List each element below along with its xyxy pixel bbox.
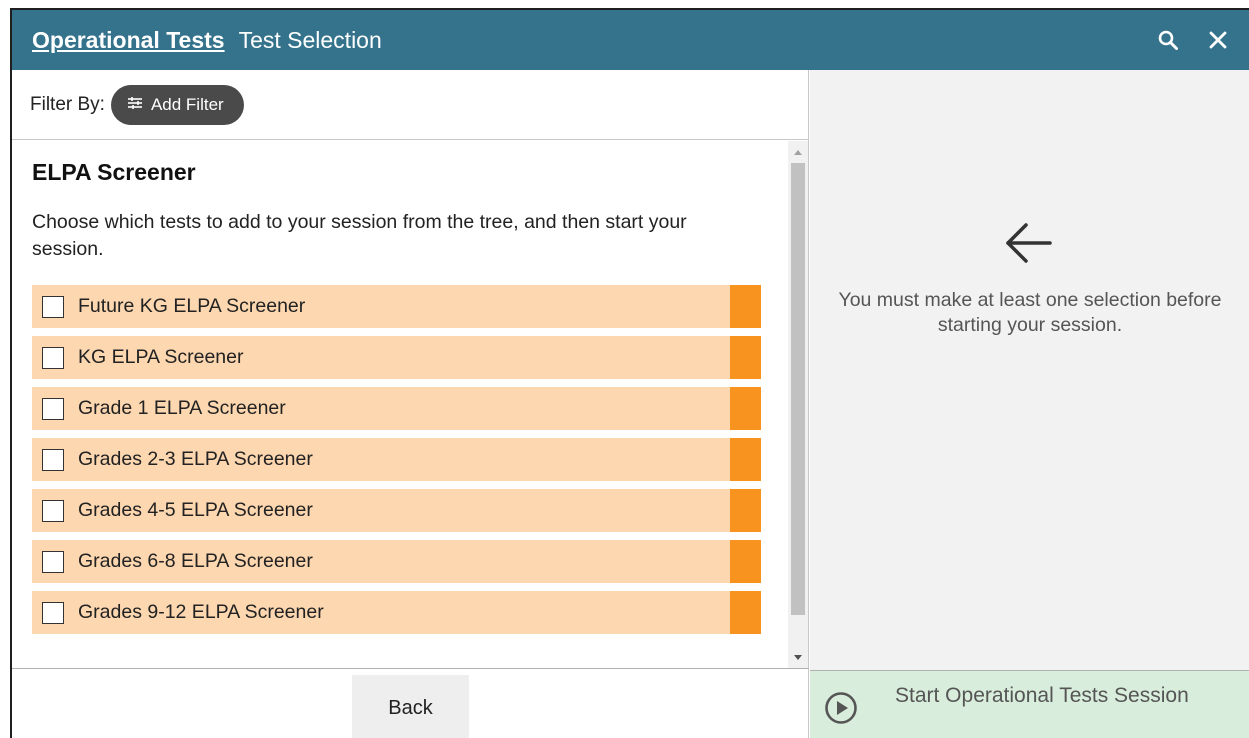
- test-label: Grades 6-8 ELPA Screener: [78, 550, 313, 572]
- operational-tests-link[interactable]: Operational Tests: [32, 27, 225, 54]
- test-color-tag: [730, 591, 761, 634]
- title-actions: [1153, 10, 1233, 70]
- test-checkbox[interactable]: [42, 550, 64, 573]
- test-label: Grade 1 ELPA Screener: [78, 397, 286, 419]
- selection-message: You must make at least one selection bef…: [838, 289, 1222, 336]
- sliders-icon: [127, 95, 143, 115]
- selection-summary-pane: You must make at least one selection bef…: [810, 70, 1249, 738]
- test-checkbox[interactable]: [42, 499, 64, 522]
- test-label: Grades 4-5 ELPA Screener: [78, 499, 313, 521]
- test-checkbox[interactable]: [42, 295, 64, 318]
- test-row-grades-9-12[interactable]: Grades 9-12 ELPA Screener: [32, 591, 761, 634]
- start-session-label: Start Operational Tests Session: [895, 684, 1189, 707]
- test-color-tag: [730, 540, 761, 583]
- filter-bar: Filter By: Add Filter: [12, 70, 809, 140]
- test-row-grade-1[interactable]: Grade 1 ELPA Screener: [32, 387, 761, 430]
- add-filter-label: Add Filter: [150, 94, 224, 114]
- test-row-kg[interactable]: KG ELPA Screener: [32, 336, 761, 379]
- test-label: Future KG ELPA Screener: [78, 295, 306, 317]
- test-row-grades-2-3[interactable]: Grades 2-3 ELPA Screener: [32, 438, 761, 481]
- back-button[interactable]: Back: [352, 675, 469, 738]
- filter-label: Filter By:: [30, 93, 105, 115]
- test-color-tag: [730, 438, 761, 481]
- test-color-tag: [730, 336, 761, 379]
- test-color-tag: [730, 285, 761, 328]
- title-bar: Operational Tests Test Selection: [12, 10, 1249, 70]
- test-row-grades-6-8[interactable]: Grades 6-8 ELPA Screener: [32, 540, 761, 583]
- close-icon[interactable]: [1203, 25, 1233, 55]
- test-row-future-kg[interactable]: Future KG ELPA Screener: [32, 285, 761, 328]
- scroll-down-arrow-icon[interactable]: [788, 648, 808, 666]
- vertical-scrollbar[interactable]: [788, 141, 808, 668]
- search-icon[interactable]: [1153, 25, 1183, 55]
- left-footer: Back: [12, 668, 809, 738]
- test-row-grades-4-5[interactable]: Grades 4-5 ELPA Screener: [32, 489, 761, 532]
- instructions-text: Choose which tests to add to your sessio…: [32, 211, 687, 260]
- test-checkbox[interactable]: [42, 346, 64, 369]
- section-heading: ELPA Screener: [32, 159, 196, 185]
- test-checkbox[interactable]: [42, 448, 64, 471]
- test-label: KG ELPA Screener: [78, 346, 244, 368]
- play-circle-icon: [824, 691, 858, 725]
- test-label: Grades 9-12 ELPA Screener: [78, 601, 324, 623]
- add-filter-button[interactable]: Add Filter: [110, 84, 244, 125]
- test-color-tag: [730, 489, 761, 532]
- start-session-button[interactable]: Start Operational Tests Session: [810, 670, 1249, 738]
- test-tree-pane: Filter By: Add Filter ELPA Screener Choo…: [12, 70, 809, 738]
- test-selection-window: Operational Tests Test Selection Filter …: [10, 8, 1249, 738]
- test-label: Grades 2-3 ELPA Screener: [78, 448, 313, 470]
- page-title: Test Selection: [238, 26, 382, 53]
- scroll-thumb[interactable]: [791, 163, 805, 615]
- scroll-up-arrow-icon[interactable]: [788, 143, 808, 161]
- test-list-panel: ELPA Screener Choose which tests to add …: [12, 141, 809, 668]
- test-checkbox[interactable]: [42, 397, 64, 420]
- test-color-tag: [730, 387, 761, 430]
- test-checkbox[interactable]: [42, 601, 64, 624]
- arrow-left-icon: [1000, 215, 1056, 271]
- test-list: Future KG ELPA Screener KG ELPA Screener…: [32, 285, 761, 642]
